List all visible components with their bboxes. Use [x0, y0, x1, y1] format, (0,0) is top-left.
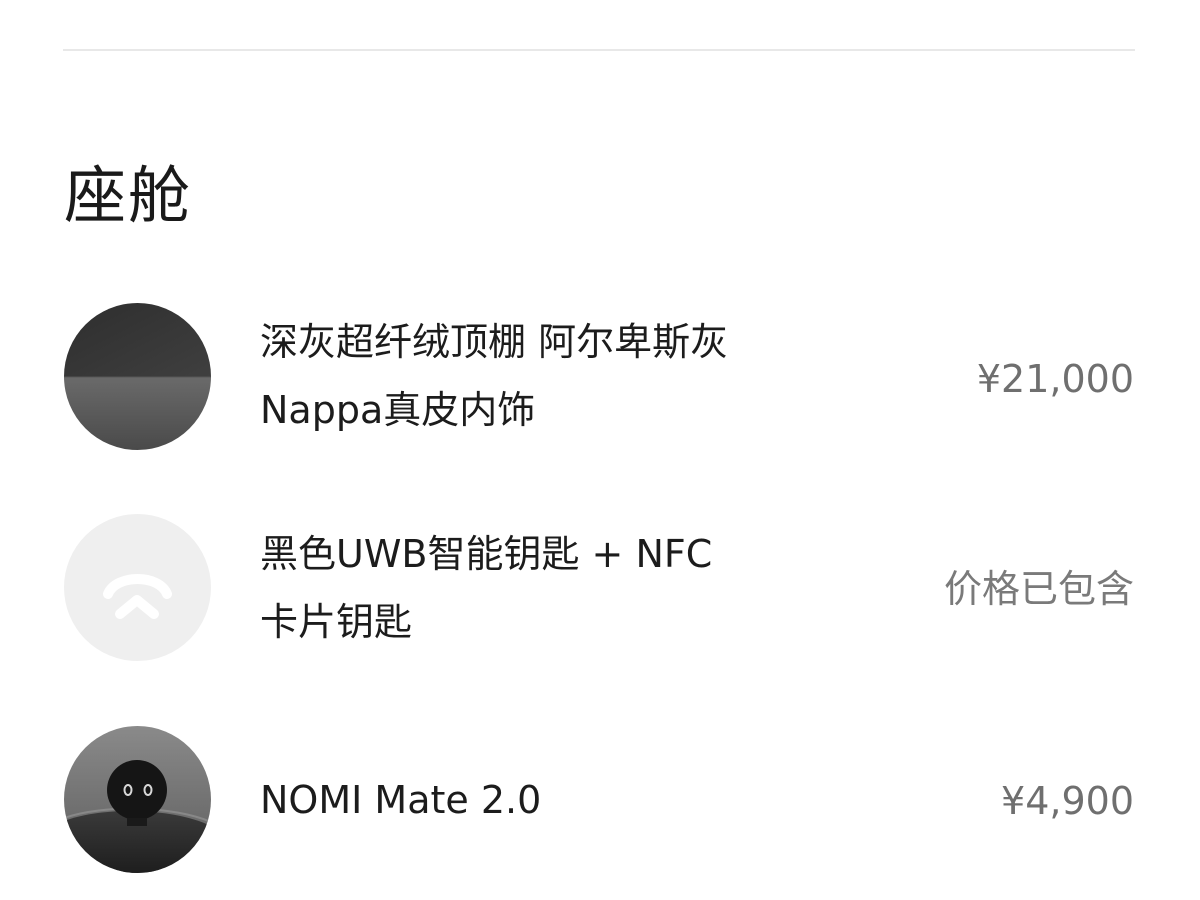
option-list: 深灰超纤绒顶棚 阿尔卑斯灰 Nappa真皮内饰 ¥21,000 黑色UWB智能钥… [0, 0, 1200, 900]
option-name-line: NOMI Mate 2.0 [260, 778, 542, 822]
nomi-robot-icon [64, 726, 211, 873]
option-row-nomi[interactable]: NOMI Mate 2.0 ¥4,900 [0, 726, 1200, 874]
option-name: 深灰超纤绒顶棚 阿尔卑斯灰 Nappa真皮内饰 [260, 308, 860, 444]
option-name-line: Nappa真皮内饰 [260, 388, 536, 432]
option-row-smart-key[interactable]: 黑色UWB智能钥匙 + NFC 卡片钥匙 价格已包含 [0, 514, 1200, 662]
cabin-options-page: 座舱 深灰超纤绒顶棚 阿尔卑斯灰 Nappa真皮内饰 ¥21,000 黑色UWB… [0, 0, 1200, 900]
option-price: ¥4,900 [1001, 779, 1134, 823]
option-name-line: 卡片钥匙 [260, 600, 413, 644]
option-name-line: 深灰超纤绒顶棚 阿尔卑斯灰 [260, 320, 729, 364]
option-price-included: 价格已包含 [943, 567, 1134, 611]
nio-logo-icon [64, 514, 211, 661]
option-row-interior[interactable]: 深灰超纤绒顶棚 阿尔卑斯灰 Nappa真皮内饰 ¥21,000 [0, 303, 1200, 451]
option-name: 黑色UWB智能钥匙 + NFC 卡片钥匙 [260, 520, 860, 656]
option-price: ¥21,000 [976, 357, 1134, 401]
option-name: NOMI Mate 2.0 [260, 766, 860, 834]
option-name-line: 黑色UWB智能钥匙 + NFC [260, 532, 713, 576]
interior-swatch-icon [64, 303, 211, 450]
